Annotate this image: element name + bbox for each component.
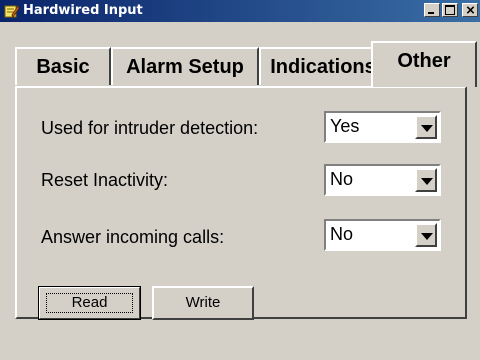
chevron-down-icon — [421, 125, 433, 132]
answer-calls-select[interactable]: No — [324, 219, 441, 251]
window: Hardwired Input Basic Alarm Setup Indica… — [0, 0, 480, 360]
tab-indications[interactable]: Indications — [259, 47, 387, 85]
close-button[interactable] — [462, 3, 478, 17]
focus-rect — [46, 293, 133, 313]
dropdown-button[interactable] — [415, 223, 437, 247]
reset-inactivity-value: No — [330, 169, 354, 189]
close-icon — [466, 6, 475, 14]
maximize-icon — [445, 5, 455, 15]
title-bar[interactable]: Hardwired Input — [0, 0, 480, 22]
tab-basic[interactable]: Basic — [15, 47, 111, 85]
pencil-notepad-icon — [4, 5, 19, 18]
write-button-label: Write — [185, 294, 221, 311]
write-button[interactable]: Write — [152, 286, 254, 320]
dropdown-button[interactable] — [415, 115, 437, 139]
answer-calls-value: No — [330, 224, 354, 244]
window-title: Hardwired Input — [23, 3, 143, 18]
read-button[interactable]: Read — [38, 286, 141, 320]
minimize-button[interactable] — [424, 3, 440, 17]
chevron-down-icon — [421, 233, 433, 240]
maximize-button[interactable] — [442, 3, 458, 17]
dropdown-button[interactable] — [415, 168, 437, 192]
chevron-down-icon — [421, 178, 433, 185]
tab-alarm-setup[interactable]: Alarm Setup — [111, 47, 259, 85]
intruder-detection-value: Yes — [330, 116, 360, 136]
intruder-detection-select[interactable]: Yes — [324, 111, 441, 143]
tab-other[interactable]: Other — [371, 41, 477, 87]
minimize-icon — [428, 12, 434, 14]
reset-inactivity-select[interactable]: No — [324, 164, 441, 196]
